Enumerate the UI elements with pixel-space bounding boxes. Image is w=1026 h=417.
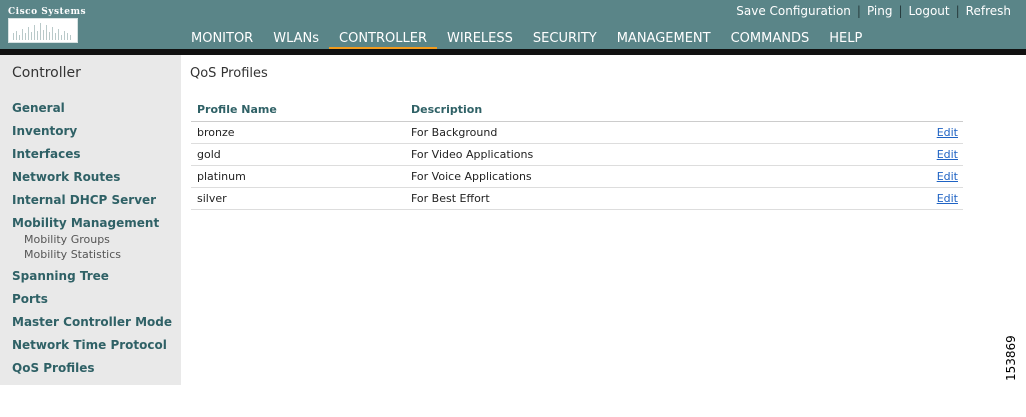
table-row: gold For Video Applications Edit xyxy=(191,144,963,166)
profile-name-cell: silver xyxy=(197,192,227,205)
tab-wlans[interactable]: WLANs xyxy=(263,31,329,49)
qos-profiles-table: Profile Name Description bronze For Back… xyxy=(191,100,963,210)
tab-help[interactable]: HELP xyxy=(819,31,872,49)
sidebar-subitem-mobility-groups[interactable]: Mobility Groups xyxy=(24,233,110,246)
column-header-description: Description xyxy=(411,103,483,116)
sidebar-item-network-routes[interactable]: Network Routes xyxy=(12,170,120,184)
refresh-link[interactable]: Refresh xyxy=(966,4,1011,18)
column-header-profile-name: Profile Name xyxy=(197,103,277,116)
sidebar-item-master-controller-mode[interactable]: Master Controller Mode xyxy=(12,315,172,329)
tab-security[interactable]: SECURITY xyxy=(523,31,607,49)
sidebar-title: Controller xyxy=(12,65,81,81)
edit-link[interactable]: Edit xyxy=(937,148,958,161)
cisco-logo-bars-icon xyxy=(8,18,78,43)
profile-name-cell: gold xyxy=(197,148,221,161)
ping-link[interactable]: Ping xyxy=(867,4,893,18)
tab-management[interactable]: MANAGEMENT xyxy=(607,31,721,49)
sidebar-subitem-mobility-statistics[interactable]: Mobility Statistics xyxy=(24,248,121,261)
figure-number: 153869 xyxy=(1004,335,1018,381)
tab-wireless[interactable]: WIRELESS xyxy=(437,31,523,49)
sidebar-item-internal-dhcp-server[interactable]: Internal DHCP Server xyxy=(12,193,156,207)
sidebar-item-qos-profiles[interactable]: QoS Profiles xyxy=(12,361,95,375)
cisco-logo-text: Cisco Systems xyxy=(8,7,87,17)
sidebar-item-general[interactable]: General xyxy=(12,101,65,115)
separator: | xyxy=(898,4,903,18)
description-cell: For Video Applications xyxy=(411,148,534,161)
edit-link[interactable]: Edit xyxy=(937,126,958,139)
table-row: platinum For Voice Applications Edit xyxy=(191,166,963,188)
sidebar-item-network-time-protocol[interactable]: Network Time Protocol xyxy=(12,338,167,352)
sidebar-item-inventory[interactable]: Inventory xyxy=(12,124,77,138)
top-header: Cisco Systems Save Configuration | Ping … xyxy=(0,0,1026,51)
table-row: bronze For Background Edit xyxy=(191,122,963,144)
edit-link[interactable]: Edit xyxy=(937,192,958,205)
sidebar: Controller General Inventory Interfaces … xyxy=(0,55,181,385)
save-configuration-link[interactable]: Save Configuration xyxy=(736,4,851,18)
tab-commands[interactable]: COMMANDS xyxy=(721,31,820,49)
sidebar-item-spanning-tree[interactable]: Spanning Tree xyxy=(12,269,109,283)
separator: | xyxy=(856,4,861,18)
description-cell: For Voice Applications xyxy=(411,170,532,183)
page-title: QoS Profiles xyxy=(190,66,268,81)
separator: | xyxy=(955,4,960,18)
table-header-row: Profile Name Description xyxy=(191,100,963,122)
sidebar-item-ports[interactable]: Ports xyxy=(12,292,48,306)
profile-name-cell: platinum xyxy=(197,170,246,183)
edit-link[interactable]: Edit xyxy=(937,170,958,183)
sidebar-item-mobility-management[interactable]: Mobility Management xyxy=(12,216,159,230)
profile-name-cell: bronze xyxy=(197,126,235,139)
logout-link[interactable]: Logout xyxy=(909,4,950,18)
main-nav-tabs: MONITOR WLANs CONTROLLER WIRELESS SECURI… xyxy=(181,31,872,51)
tab-controller[interactable]: CONTROLLER xyxy=(329,31,437,51)
description-cell: For Background xyxy=(411,126,498,139)
sidebar-item-interfaces[interactable]: Interfaces xyxy=(12,147,81,161)
table-row: silver For Best Effort Edit xyxy=(191,188,963,210)
description-cell: For Best Effort xyxy=(411,192,490,205)
tab-monitor[interactable]: MONITOR xyxy=(181,31,263,49)
utility-links: Save Configuration | Ping | Logout | Refresh xyxy=(736,4,1011,18)
